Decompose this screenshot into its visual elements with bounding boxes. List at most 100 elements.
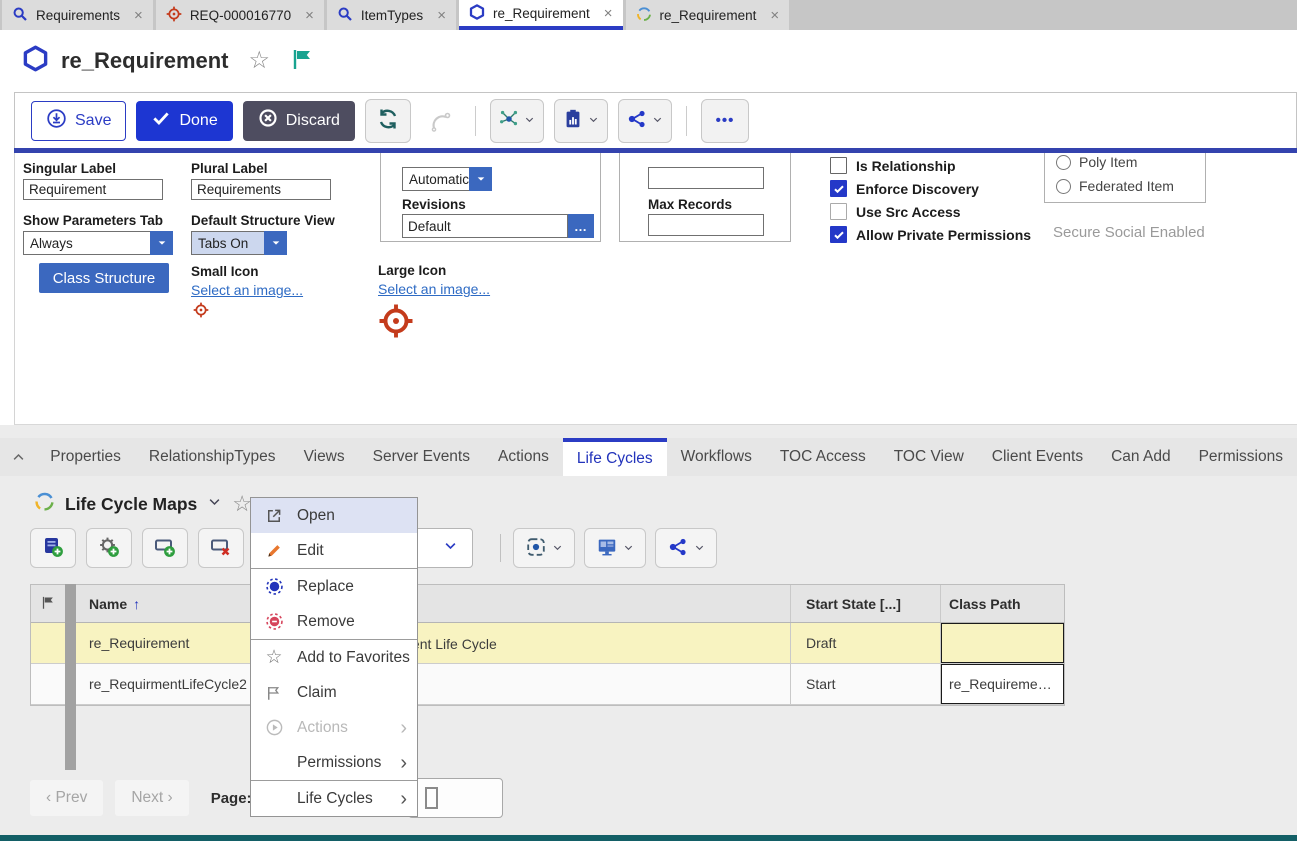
chevron-down-icon (652, 113, 663, 128)
is-relationship-checkbox-row[interactable]: Is Relationship (830, 157, 956, 174)
class-path-cell[interactable] (941, 623, 1064, 663)
tab-relationshiptypes[interactable]: RelationshipTypes (135, 438, 290, 476)
menu-item-claim[interactable]: Claim (251, 675, 417, 710)
delete-row-button[interactable] (198, 528, 244, 568)
use-src-access-checkbox-row[interactable]: Use Src Access (830, 203, 961, 220)
refresh-button[interactable] (365, 99, 411, 143)
checkbox-icon[interactable] (830, 157, 847, 174)
menu-item-replace[interactable]: Replace (251, 569, 417, 604)
small-icon-label: Small Icon (191, 264, 259, 279)
allow-private-permissions-checkbox-row[interactable]: Allow Private Permissions (830, 226, 1031, 243)
checkbox-icon[interactable] (830, 226, 847, 243)
start-state-cell[interactable]: Start (791, 664, 941, 704)
max-records-field[interactable] (648, 214, 764, 236)
chevron-down-icon[interactable] (207, 494, 222, 514)
singular-label-field[interactable] (23, 179, 163, 200)
row-flag-cell[interactable] (31, 664, 66, 704)
plural-label-field[interactable] (191, 179, 331, 200)
tab-actions[interactable]: Actions (484, 438, 563, 476)
start-state-column-header[interactable]: Start State [...] (791, 585, 941, 622)
layout-dropdown-button[interactable] (584, 528, 646, 568)
collapse-chevron-icon[interactable] (0, 438, 36, 476)
chevron-down-icon[interactable] (469, 167, 492, 191)
enforce-discovery-checkbox-row[interactable]: Enforce Discovery (830, 180, 979, 197)
next-page-button[interactable]: Next › (115, 780, 188, 816)
radio-icon[interactable] (1056, 179, 1071, 194)
flag-column-header[interactable] (31, 585, 66, 622)
focus-dropdown-button[interactable] (513, 528, 575, 568)
revisions-field[interactable] (402, 214, 568, 238)
grid-row-re-requirement[interactable]: re_Requirement re_Requirement Life Cycle… (31, 623, 1064, 664)
name-cell[interactable]: re_RequirmentLifeCycle2 (77, 664, 791, 704)
small-icon-select-link[interactable]: Select an image... (191, 282, 303, 298)
share-dropdown-button[interactable] (618, 99, 672, 143)
revisions-browse-button[interactable]: … (568, 214, 594, 238)
monitor-layout-icon (596, 536, 618, 561)
tab-itemtypes[interactable]: ItemTypes × (327, 0, 456, 30)
tab-life-cycles[interactable]: Life Cycles (563, 438, 667, 476)
prev-page-button[interactable]: ‹ Prev (30, 780, 103, 816)
close-icon[interactable]: × (134, 8, 143, 23)
row-flag-cell[interactable] (31, 623, 66, 663)
tab-workflows[interactable]: Workflows (667, 438, 766, 476)
poly-item-radio-row[interactable]: Poly Item (1056, 154, 1137, 170)
tab-client-events[interactable]: Client Events (978, 438, 1097, 476)
radio-icon[interactable] (1056, 155, 1071, 170)
tab-req-item[interactable]: REQ-000016770 × (156, 0, 324, 30)
add-document-icon (41, 535, 65, 562)
structure-dropdown-button[interactable] (490, 99, 544, 143)
close-icon[interactable]: × (604, 6, 613, 21)
menu-item-remove[interactable]: Remove (251, 604, 417, 639)
class-path-cell[interactable]: re_Requireme… (941, 664, 1064, 704)
close-icon[interactable]: × (770, 8, 779, 23)
large-icon-select-link[interactable]: Select an image... (378, 281, 490, 297)
done-button[interactable]: Done (136, 101, 232, 141)
share-dropdown-button[interactable] (655, 528, 717, 568)
versioning-select[interactable]: Automatic (402, 167, 492, 191)
tab-permissions[interactable]: Permissions (1185, 438, 1297, 476)
tab-server-events[interactable]: Server Events (359, 438, 484, 476)
chevron-down-icon[interactable] (150, 231, 173, 255)
tab-properties[interactable]: Properties (36, 438, 135, 476)
toolbar-divider (475, 106, 476, 136)
checkbox-icon[interactable] (830, 203, 847, 220)
share-icon (626, 108, 648, 133)
page-size-field[interactable] (648, 167, 764, 189)
close-icon[interactable]: × (305, 8, 314, 23)
add-row-button[interactable] (142, 528, 188, 568)
tab-re-requirement-lifecycle[interactable]: re_Requirement × (626, 0, 790, 30)
menu-item-open[interactable]: Open (251, 498, 417, 533)
start-state-cell[interactable]: Draft (791, 623, 941, 663)
discard-button[interactable]: Discard (243, 101, 355, 141)
show-parameters-tab-select[interactable]: Always (23, 231, 173, 255)
page-size-control[interactable] (408, 778, 503, 818)
menu-item-add-to-favorites[interactable]: ☆ Add to Favorites (251, 640, 417, 675)
more-actions-button[interactable]: ••• (701, 99, 749, 143)
favorite-star-icon[interactable]: ☆ (249, 49, 271, 73)
menu-item-edit[interactable]: Edit (251, 533, 417, 568)
close-icon[interactable]: × (437, 8, 446, 23)
tab-toc-access[interactable]: TOC Access (766, 438, 880, 476)
class-structure-button[interactable]: Class Structure (39, 263, 169, 293)
tab-toc-view[interactable]: TOC View (880, 438, 978, 476)
reports-dropdown-button[interactable] (554, 99, 608, 143)
tab-requirements[interactable]: Requirements × (2, 0, 153, 30)
save-button[interactable]: Save (31, 101, 126, 141)
checkbox-icon[interactable] (830, 180, 847, 197)
menu-item-life-cycles[interactable]: Life Cycles › (251, 781, 417, 816)
singular-label: Singular Label (23, 161, 116, 176)
grid-row-re-requirmentlifecycle2[interactable]: re_RequirmentLifeCycle2 Start re_Require… (31, 664, 1064, 705)
federated-item-radio-row[interactable]: Federated Item (1056, 178, 1174, 194)
add-with-settings-button[interactable] (86, 528, 132, 568)
menu-item-permissions[interactable]: Permissions › (251, 745, 417, 780)
tab-can-add[interactable]: Can Add (1097, 438, 1184, 476)
menu-item-actions[interactable]: Actions › (251, 710, 417, 745)
add-new-item-button[interactable] (30, 528, 76, 568)
cancel-circle-icon (258, 108, 278, 133)
default-structure-view-select[interactable]: Tabs On (191, 231, 287, 255)
name-column-header[interactable]: Name↑ (77, 585, 791, 622)
class-path-column-header[interactable]: Class Path (941, 585, 1064, 622)
tab-re-requirement-itemtype[interactable]: re_Requirement × (459, 0, 623, 30)
chevron-down-icon[interactable] (264, 231, 287, 255)
tab-views[interactable]: Views (290, 438, 359, 476)
